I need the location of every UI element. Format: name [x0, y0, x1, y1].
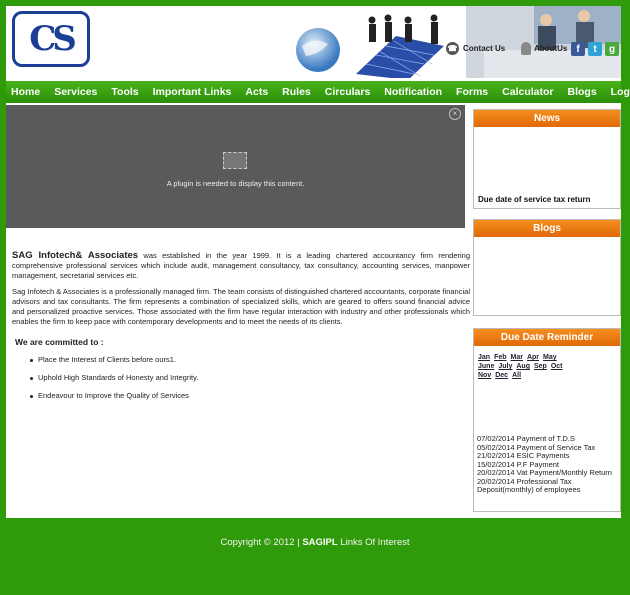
company-link[interactable]: SAGIPL: [302, 537, 337, 548]
contact-us-label: Contact Us: [463, 44, 506, 53]
news-title: News: [474, 110, 620, 127]
commitment-text: Endeavour to Improve the Quality of Serv…: [38, 391, 189, 400]
team-paragraph: Sag Infotech & Associates is a professio…: [12, 287, 470, 326]
month-link-aug[interactable]: Aug: [516, 362, 530, 371]
facebook-icon[interactable]: f: [571, 42, 585, 56]
nav-home[interactable]: Home: [11, 86, 40, 98]
nav-forms[interactable]: Forms: [456, 86, 488, 98]
month-link-oct[interactable]: Oct: [551, 362, 563, 371]
contact-us-link[interactable]: ☎ Contact Us: [446, 42, 505, 55]
commitment-text: Uphold High Standards of Honesty and Int…: [38, 373, 199, 382]
month-link-july[interactable]: July: [498, 362, 512, 371]
firm-name: SAG Infotech& Associates: [12, 250, 139, 261]
nav-notification[interactable]: Notification: [384, 86, 442, 98]
month-link-dec[interactable]: Dec: [495, 371, 508, 380]
nav-blogs[interactable]: Blogs: [568, 86, 597, 98]
links-of-interest[interactable]: Links Of Interest: [338, 537, 409, 548]
nav-tools[interactable]: Tools: [111, 86, 138, 98]
bullet-icon: [30, 376, 33, 380]
blogs-panel: Blogs: [473, 219, 621, 316]
nav-calculator[interactable]: Calculator: [502, 86, 553, 98]
news-item[interactable]: Due date of service tax return: [478, 195, 590, 204]
google-icon[interactable]: g: [605, 42, 619, 56]
news-panel: News Due date of service tax return: [473, 109, 621, 209]
commit-list: Place the Interest of Clients before our…: [12, 355, 470, 401]
header: CS ☎ Contact Us AboutUs f t g: [6, 6, 621, 78]
commitment-text: Place the Interest of Clients before our…: [38, 355, 176, 364]
site-logo[interactable]: CS: [12, 11, 90, 67]
month-link-june[interactable]: June: [478, 362, 494, 371]
month-link-mar[interactable]: Mar: [511, 353, 523, 362]
footer: Copyright © 2012 | SAGIPL Links Of Inter…: [0, 537, 630, 548]
phone-icon: ☎: [446, 42, 459, 55]
social-links: f t g: [571, 42, 619, 56]
plugin-placeholder[interactable]: × A plugin is needed to display this con…: [6, 105, 465, 228]
intro-paragraph: SAG Infotech& Associates was established…: [12, 251, 470, 281]
page-container: CS ☎ Contact Us AboutUs f t g Home Servi…: [6, 6, 630, 518]
nav-services[interactable]: Services: [54, 86, 97, 98]
list-item: Endeavour to Improve the Quality of Serv…: [30, 391, 470, 401]
commit-heading: We are committed to :: [15, 337, 104, 347]
about-us-link[interactable]: AboutUs: [521, 42, 567, 55]
month-link-all[interactable]: All: [512, 371, 521, 380]
month-link-jan[interactable]: Jan: [478, 353, 490, 362]
copyright-text: Copyright © 2012 |: [220, 537, 303, 548]
about-content: SAG Infotech& Associates was established…: [12, 251, 470, 409]
nav-rules[interactable]: Rules: [282, 86, 311, 98]
people-icon: [521, 42, 531, 55]
list-item: Place the Interest of Clients before our…: [30, 355, 470, 365]
list-item: Uphold High Standards of Honesty and Int…: [30, 373, 470, 383]
month-link-may[interactable]: May: [543, 353, 557, 362]
nav-acts[interactable]: Acts: [245, 86, 268, 98]
month-link-sep[interactable]: Sep: [534, 362, 547, 371]
due-item: 20/02/2014 Professional Tax Deposit(mont…: [477, 476, 581, 494]
month-link-feb[interactable]: Feb: [494, 353, 506, 362]
bullet-icon: [30, 394, 33, 398]
twitter-icon[interactable]: t: [588, 42, 602, 56]
nav-circulars[interactable]: Circulars: [325, 86, 371, 98]
plugin-icon: [223, 152, 247, 169]
nav-important-links[interactable]: Important Links: [153, 86, 232, 98]
bullet-icon: [30, 358, 33, 362]
main-nav: Home Services Tools Important Links Acts…: [6, 81, 630, 103]
month-link-apr[interactable]: Apr: [527, 353, 539, 362]
month-links: Jan Feb Mar Apr May June July Aug Sep Oc…: [474, 346, 578, 380]
close-icon[interactable]: ×: [449, 108, 461, 120]
due-date-panel: Due Date Reminder Jan Feb Mar Apr May Ju…: [473, 328, 621, 512]
due-date-title: Due Date Reminder: [474, 329, 620, 346]
plugin-message: A plugin is needed to display this conte…: [166, 179, 305, 188]
blogs-title: Blogs: [474, 220, 620, 237]
nav-login[interactable]: Login: [611, 86, 630, 98]
due-date-list: 07/02/2014 Payment of T.D.S 05/02/2014 P…: [477, 434, 615, 495]
month-link-nov[interactable]: Nov: [478, 371, 491, 380]
about-us-label: AboutUs: [534, 44, 568, 53]
